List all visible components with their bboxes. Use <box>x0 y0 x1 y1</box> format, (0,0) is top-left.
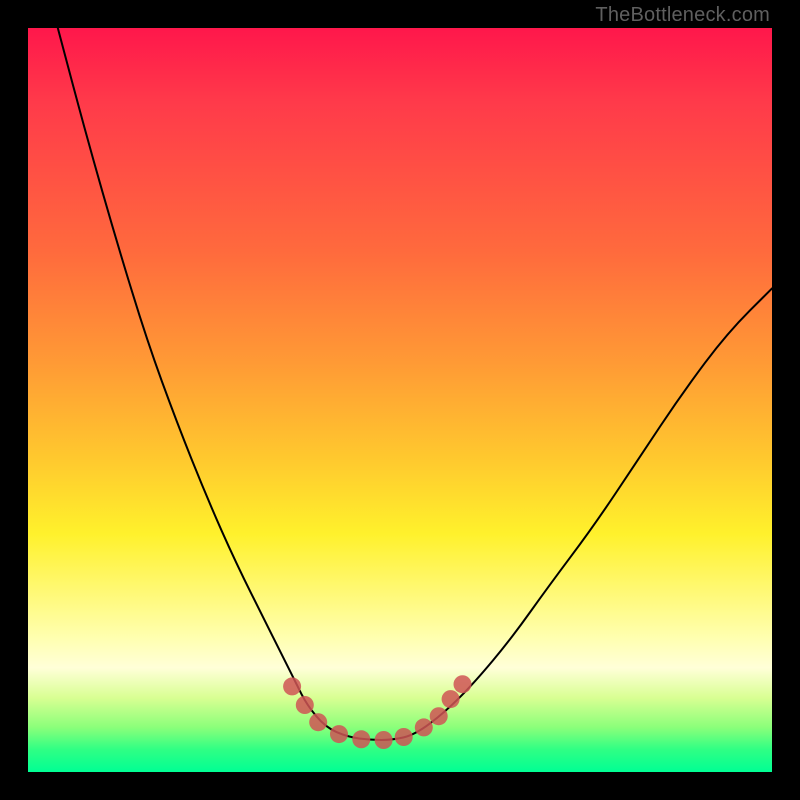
bottleneck-curve <box>58 28 772 740</box>
marker-dot <box>454 675 472 693</box>
marker-dot <box>283 677 301 695</box>
marker-dot <box>375 731 393 749</box>
marker-dot <box>309 713 327 731</box>
attribution-text: TheBottleneck.com <box>595 4 770 27</box>
marker-dot <box>352 730 370 748</box>
plot-area <box>28 28 772 772</box>
marker-dot <box>442 690 460 708</box>
marker-series <box>283 675 471 749</box>
marker-dot <box>395 728 413 746</box>
marker-dot <box>296 696 314 714</box>
marker-dot <box>330 725 348 743</box>
marker-dot <box>415 718 433 736</box>
marker-dot <box>430 707 448 725</box>
chart-frame: TheBottleneck.com <box>0 0 800 800</box>
curve-svg <box>28 28 772 772</box>
